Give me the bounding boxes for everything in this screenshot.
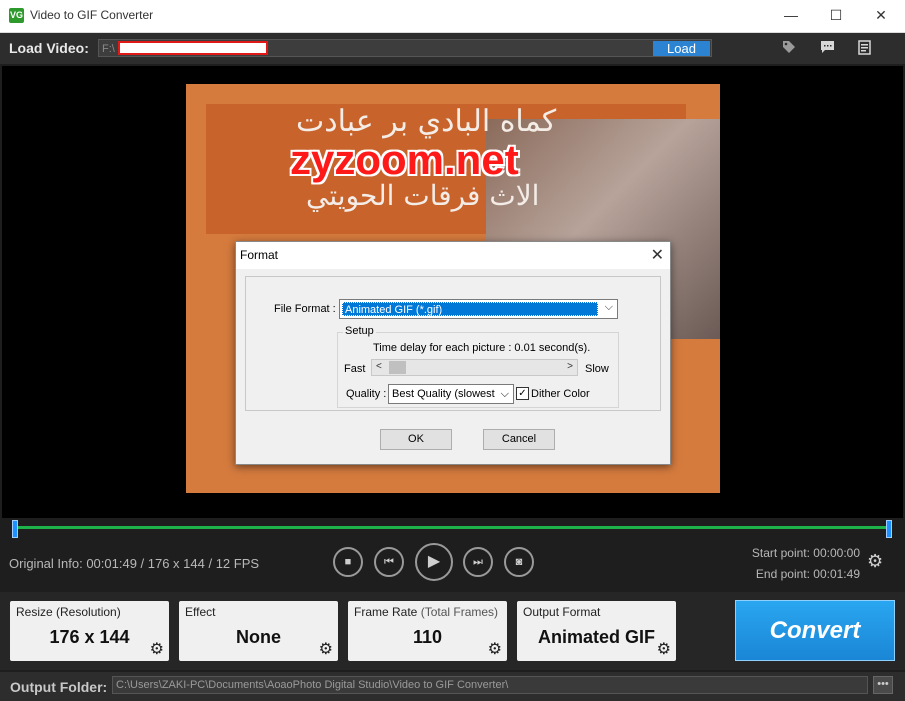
snapshot-icon[interactable]: ◙ (504, 547, 534, 577)
window-title: Video to GIF Converter (30, 8, 154, 22)
tag-icon[interactable] (781, 40, 797, 56)
comment-icon[interactable] (819, 40, 835, 56)
gear-icon[interactable]: ⚙ (867, 551, 883, 572)
effect-value: None (236, 627, 281, 647)
setup-group: Setup Time delay for each picture : 0.01… (337, 325, 619, 408)
video-path-prefix: F:\ (102, 43, 115, 55)
ok-button[interactable]: OK (380, 429, 452, 450)
delay-text: Time delay for each picture : 0.01 secon… (373, 342, 591, 354)
convert-button[interactable]: Convert (735, 600, 895, 661)
gear-icon[interactable]: ⚙ (150, 639, 164, 659)
dialog-title: Format (240, 248, 279, 262)
delay-slider[interactable]: < > (371, 359, 578, 376)
video-path-input[interactable]: F:\ Load (98, 39, 712, 57)
frame-rate-sub: (Total Frames) (420, 605, 499, 619)
dither-checkbox[interactable]: ✓ (516, 387, 529, 400)
format-group: File Format : Animated GIF (*.gif) ⌵ Set… (245, 276, 661, 411)
quality-value: Best Quality (slowest (392, 388, 495, 400)
redacted-path (118, 41, 268, 55)
start-point: Start point: 00:00:00 (751, 546, 860, 560)
dialog-close-button[interactable]: ✕ (651, 245, 664, 265)
start-handle[interactable] (12, 520, 18, 538)
effect-label: Effect (185, 605, 216, 619)
chevron-down-icon: ⌵ (500, 388, 509, 400)
chevron-left-icon[interactable]: < (376, 361, 382, 372)
close-button[interactable]: ✕ (858, 0, 904, 32)
trim-points: Start point: 00:00:00 End point: 00:01:4… (752, 543, 860, 585)
load-button[interactable]: Load (653, 41, 710, 56)
watermark-text: zyzoom.net (290, 136, 519, 183)
quality-select[interactable]: Best Quality (slowest ⌵ (388, 384, 514, 404)
end-point: End point: 00:01:49 (755, 567, 860, 581)
format-dialog: Format ✕ File Format : Animated GIF (*.g… (235, 241, 671, 465)
next-icon[interactable]: ⏭ (463, 547, 493, 577)
original-info: Original Info: 00:01:49 / 176 x 144 / 12… (9, 556, 260, 571)
gear-icon[interactable]: ⚙ (319, 639, 333, 659)
load-video-label: Load Video: (9, 40, 89, 56)
quality-label: Quality : (346, 388, 387, 400)
dither-label: Dither Color (531, 388, 590, 400)
fast-label: Fast (344, 363, 366, 375)
file-format-label: File Format : (274, 303, 336, 315)
output-folder-label: Output Folder: (10, 679, 108, 695)
chevron-right-icon[interactable]: > (567, 361, 573, 372)
cancel-button[interactable]: Cancel (483, 429, 555, 450)
gear-icon[interactable]: ⚙ (657, 639, 671, 659)
minimize-button[interactable]: — (768, 0, 814, 32)
effect-card[interactable]: Effect None ⚙ (179, 601, 338, 661)
output-format-card[interactable]: Output Format Animated GIF ⚙ (517, 601, 676, 661)
file-format-value: Animated GIF (*.gif) (342, 302, 598, 316)
timeline-track[interactable] (18, 526, 886, 529)
previous-icon[interactable]: ⏮ (374, 547, 404, 577)
file-format-select[interactable]: Animated GIF (*.gif) ⌵ (339, 299, 618, 319)
gear-icon[interactable]: ⚙ (488, 639, 502, 659)
output-format-label: Output Format (523, 605, 601, 619)
title-bar: VG Video to GIF Converter — ☐ ✕ (0, 0, 905, 33)
frame-rate-title: Frame Rate (354, 605, 418, 619)
browse-button[interactable]: ••• (873, 676, 893, 694)
frame-rate-card[interactable]: Frame Rate (Total Frames) 110 ⚙ (348, 601, 507, 661)
output-folder-input[interactable]: C:\Users\ZAKI-PC\Documents\AoaoPhoto Dig… (112, 676, 868, 694)
maximize-button[interactable]: ☐ (813, 0, 859, 32)
frame-rate-value: 110 (412, 627, 443, 647)
dither-color-option[interactable]: ✓ Dither Color (516, 387, 590, 400)
slow-label: Slow (585, 363, 609, 375)
setup-title: Setup (343, 325, 376, 337)
output-folder-bar: Output Folder: C:\Users\ZAKI-PC\Document… (0, 672, 905, 701)
resize-value: 176 x 144 (49, 627, 130, 647)
chevron-down-icon: ⌵ (604, 301, 613, 313)
stop-icon[interactable]: ■ (333, 547, 363, 577)
list-icon[interactable] (857, 40, 873, 56)
dialog-title-bar: Format ✕ (236, 242, 670, 269)
resize-label: Resize (Resolution) (16, 605, 121, 619)
frame-caption-line-1: كماه البادي بر عبادت (296, 104, 557, 139)
play-icon[interactable]: ▶ (415, 543, 453, 581)
end-handle[interactable] (886, 520, 892, 538)
resize-card[interactable]: Resize (Resolution) 176 x 144 ⚙ (10, 601, 169, 661)
frame-rate-label: Frame Rate (Total Frames) (354, 605, 498, 619)
output-format-value: Animated GIF (537, 627, 655, 647)
app-logo-icon: VG (9, 8, 24, 23)
load-video-bar: Load Video: F:\ Load (0, 33, 905, 64)
slider-thumb[interactable] (389, 361, 406, 374)
timeline[interactable] (12, 520, 892, 542)
